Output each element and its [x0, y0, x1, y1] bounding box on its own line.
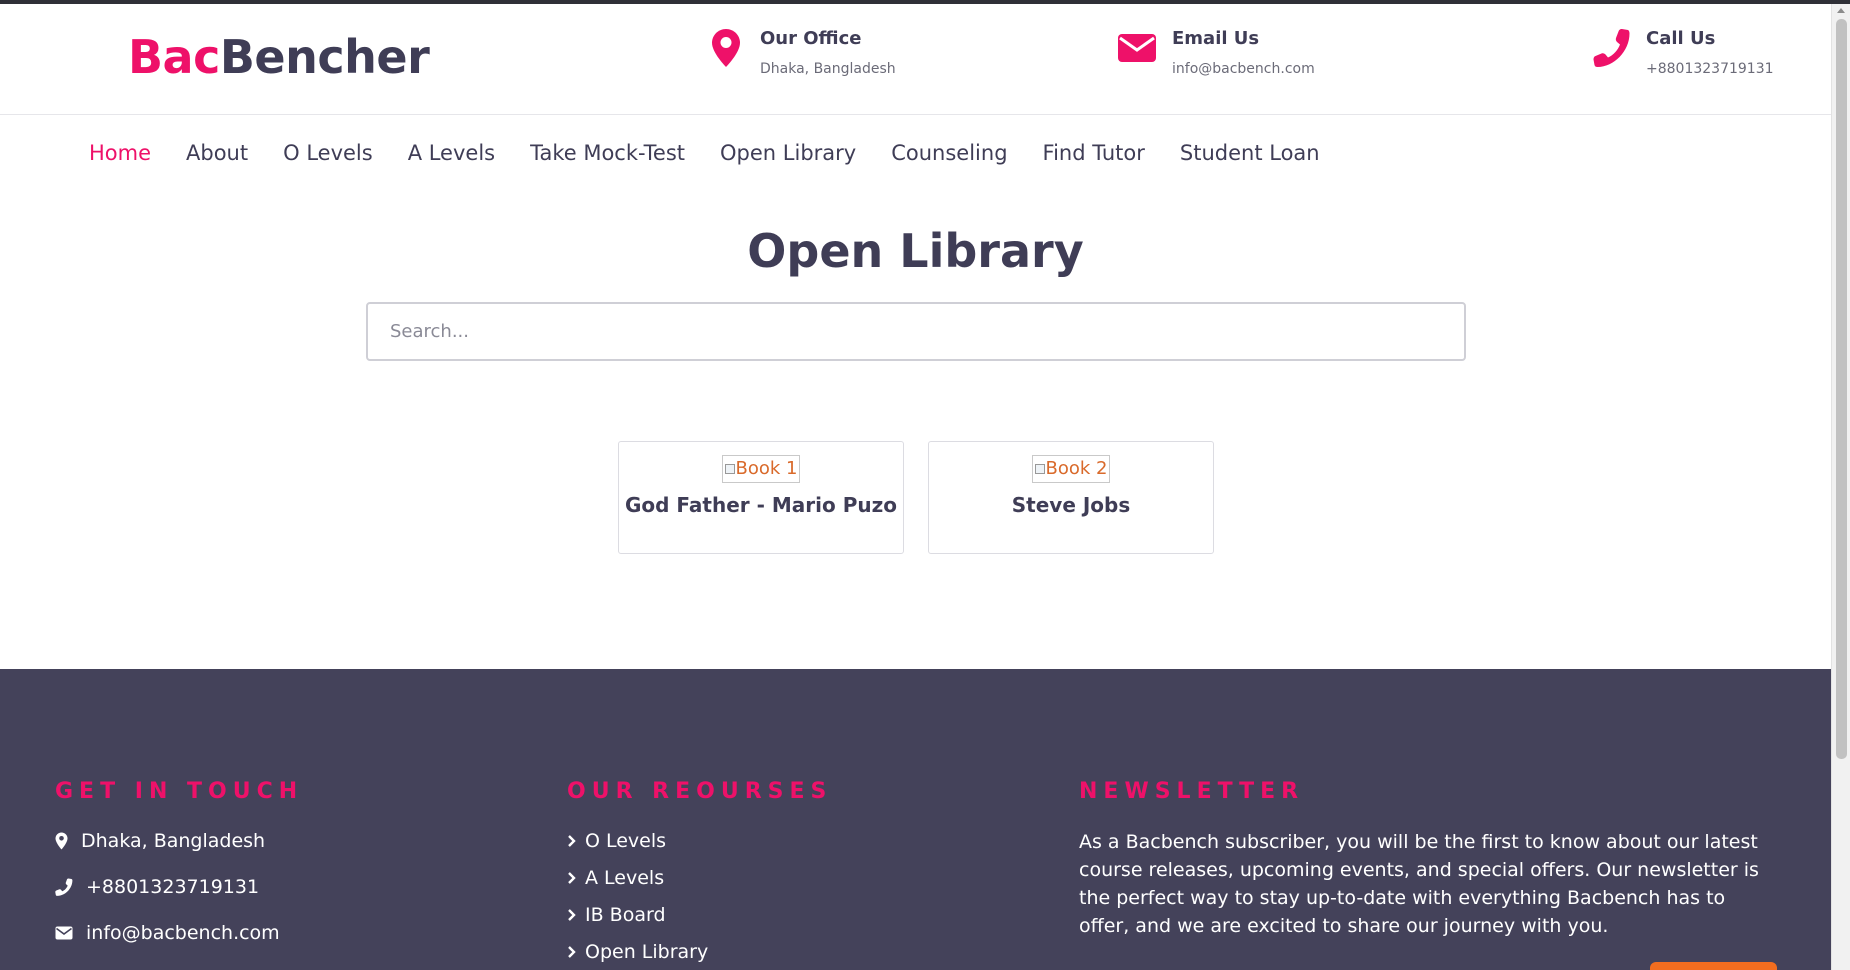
- footer-link[interactable]: O Levels: [567, 828, 832, 854]
- footer-resources: OUR REOURSES O Levels A Levels IB Board …: [567, 779, 832, 970]
- broken-image-icon: [1034, 464, 1045, 474]
- search-input[interactable]: [368, 304, 1464, 359]
- main-nav: Home About O Levels A Levels Take Mock-T…: [89, 140, 1355, 166]
- map-pin-icon: [55, 832, 77, 850]
- call-info: Call Us +8801323719131: [1592, 26, 1774, 80]
- logo-part-bac: Bac: [128, 30, 220, 84]
- footer-address-text: Dhaka, Bangladesh: [81, 830, 266, 852]
- site-header: BacBencher Our Office Dhaka, Bangladesh …: [0, 4, 1831, 115]
- footer-newsletter: NEWSLETTER As a Bacbench subscriber, you…: [1079, 779, 1779, 940]
- book-card[interactable]: Book 2 Steve Jobs: [928, 441, 1214, 554]
- nav-item-about[interactable]: About: [186, 140, 248, 166]
- nav-item-counseling[interactable]: Counseling: [891, 140, 1007, 166]
- email-title: Email Us: [1172, 28, 1260, 49]
- envelope-icon: [1116, 26, 1158, 70]
- email-value[interactable]: info@bacbench.com: [1172, 58, 1315, 80]
- scroll-up-arrow-icon[interactable]: [1837, 8, 1845, 13]
- logo[interactable]: BacBencher: [128, 30, 430, 84]
- footer-link-label[interactable]: A Levels: [585, 867, 664, 889]
- scroll-thumb[interactable]: [1836, 19, 1847, 759]
- book-card[interactable]: Book 1 God Father - Mario Puzo: [618, 441, 904, 554]
- nav-item-student-loan[interactable]: Student Loan: [1180, 140, 1320, 166]
- book-title[interactable]: God Father - Mario Puzo: [619, 493, 903, 517]
- page-title: Open Library: [747, 224, 1084, 278]
- page-scrollbar[interactable]: [1831, 4, 1850, 970]
- nav-item-open-library[interactable]: Open Library: [720, 140, 856, 166]
- phone-icon: [1592, 26, 1632, 70]
- search-box: [366, 302, 1466, 361]
- nav-item-o-levels[interactable]: O Levels: [283, 140, 373, 166]
- chevron-right-icon: [567, 946, 585, 958]
- nav-item-find-tutor[interactable]: Find Tutor: [1043, 140, 1145, 166]
- footer-link-label[interactable]: O Levels: [585, 830, 666, 852]
- footer-address: Dhaka, Bangladesh: [55, 828, 303, 854]
- chevron-right-icon: [567, 872, 585, 884]
- nav-item-take-mock-test[interactable]: Take Mock-Test: [530, 140, 685, 166]
- book-title[interactable]: Steve Jobs: [929, 493, 1213, 517]
- footer-phone: +8801323719131: [55, 874, 303, 900]
- newsletter-description: As a Bacbench subscriber, you will be th…: [1079, 831, 1759, 937]
- envelope-icon: [55, 926, 82, 940]
- footer-newsletter-heading: NEWSLETTER: [1079, 779, 1305, 804]
- footer-link[interactable]: A Levels: [567, 865, 832, 891]
- footer-link[interactable]: IB Board: [567, 902, 832, 928]
- book-cover-alt: Book 1: [735, 458, 798, 479]
- chevron-right-icon: [567, 835, 585, 847]
- footer-email-text[interactable]: info@bacbench.com: [86, 922, 280, 944]
- footer-phone-text[interactable]: +8801323719131: [86, 876, 259, 898]
- site-footer: GET IN TOUCH Dhaka, Bangladesh +88013237…: [0, 669, 1831, 970]
- phone-icon: [55, 878, 82, 896]
- book-cover-image: Book 2: [1031, 455, 1111, 483]
- logo-part-bencher: Bencher: [219, 30, 430, 84]
- book-list: Book 1 God Father - Mario Puzo Book 2 St…: [618, 441, 1238, 554]
- footer-link-label[interactable]: Open Library: [585, 941, 708, 963]
- book-cover-alt: Book 2: [1045, 458, 1108, 479]
- nav-item-home[interactable]: Home: [89, 140, 151, 166]
- chevron-right-icon: [567, 909, 585, 921]
- footer-email: info@bacbench.com: [55, 920, 303, 946]
- map-pin-icon: [706, 26, 746, 70]
- call-title: Call Us: [1646, 28, 1716, 49]
- broken-image-icon: [724, 464, 735, 474]
- footer-resources-heading: OUR REOURSES: [567, 779, 833, 804]
- footer-contact-heading: GET IN TOUCH: [55, 779, 304, 804]
- office-title: Our Office: [760, 28, 862, 49]
- office-value: Dhaka, Bangladesh: [760, 61, 896, 77]
- book-cover-image: Book 1: [721, 455, 801, 483]
- office-info: Our Office Dhaka, Bangladesh: [706, 26, 896, 80]
- email-info: Email Us info@bacbench.com: [1116, 26, 1315, 80]
- footer-contact: GET IN TOUCH Dhaka, Bangladesh +88013237…: [55, 779, 303, 966]
- nav-item-a-levels[interactable]: A Levels: [408, 140, 495, 166]
- footer-link-label[interactable]: IB Board: [585, 904, 666, 926]
- call-value[interactable]: +8801323719131: [1646, 58, 1774, 80]
- footer-link[interactable]: Open Library: [567, 939, 832, 965]
- subscribe-button[interactable]: [1650, 962, 1777, 970]
